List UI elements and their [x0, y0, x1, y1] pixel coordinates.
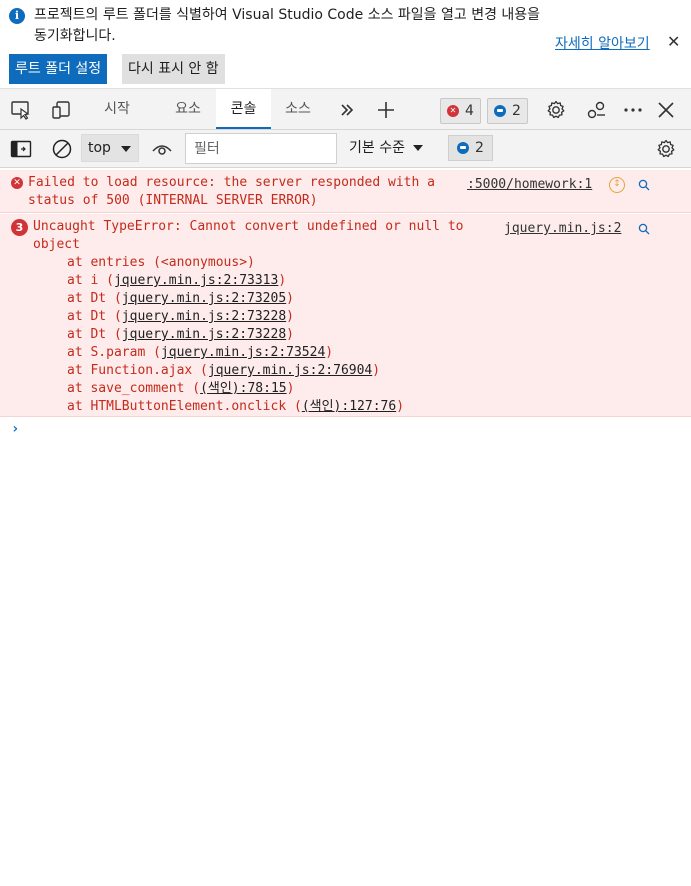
console-settings-gear-icon[interactable]	[654, 137, 678, 161]
tab-console[interactable]: 콘솔	[216, 89, 271, 129]
stack-frame-link[interactable]: jquery.min.js:2:73313	[114, 273, 278, 288]
source-link[interactable]: :5000/homework:1	[467, 176, 592, 194]
stack-frame-link[interactable]: (색인):127:76	[302, 399, 396, 414]
stack-frame-link[interactable]: (색인):78:15	[200, 381, 287, 396]
stack-frame-link[interactable]: jquery.min.js:2:73228	[122, 309, 286, 324]
dont-show-again-button[interactable]: 다시 표시 안 함	[122, 54, 225, 84]
chevron-down-icon	[412, 145, 423, 151]
learn-more-link[interactable]: 자세히 알아보기	[555, 33, 650, 53]
error-icon: ✕	[11, 177, 23, 189]
message-count: 2	[512, 103, 521, 119]
stack-frame: at save_comment ((색인):78:15)	[67, 381, 295, 396]
stack-frame: at S.param (jquery.min.js:2:73524)	[67, 345, 334, 360]
live-expression-eye-icon[interactable]	[150, 137, 174, 161]
banner-message: 프로젝트의 루트 폴더를 식별하여 Visual Studio Code 소스 …	[34, 7, 541, 44]
more-tabs-icon[interactable]	[335, 98, 359, 122]
log-levels-dropdown[interactable]: 기본 수준	[349, 135, 423, 161]
error-message-line2: object	[33, 237, 80, 252]
console-message-count: 2	[475, 140, 484, 156]
add-tab-icon[interactable]	[374, 98, 398, 122]
stack-frame: at i (jquery.min.js:2:73313)	[67, 273, 287, 288]
search-icon[interactable]	[638, 179, 650, 191]
tab-sources[interactable]: 소스	[275, 89, 321, 129]
error-message-line2: status of 500 (INTERNAL SERVER ERROR)	[28, 193, 318, 208]
customize-icon[interactable]	[585, 98, 609, 122]
info-icon: i	[9, 8, 25, 24]
info-banner: i 프로젝트의 루트 폴더를 식별하여 Visual Studio Code 소…	[0, 0, 691, 88]
stack-frame: at Function.ajax (jquery.min.js:2:76904)	[67, 363, 381, 378]
console-toolbar: top 기본 수준 2	[0, 130, 691, 168]
source-link[interactable]: jquery.min.js:2	[504, 220, 621, 238]
stack-frame-link[interactable]: jquery.min.js:2:73205	[122, 291, 286, 306]
stack-frame: at Dt (jquery.min.js:2:73205)	[67, 291, 294, 306]
device-emulation-icon[interactable]	[49, 98, 73, 122]
set-root-folder-button[interactable]: 루트 폴더 설정	[9, 54, 108, 84]
error-message-line1: Uncaught TypeError: Cannot convert undef…	[33, 219, 464, 234]
close-devtools-icon[interactable]	[654, 98, 678, 122]
chevron-down-icon	[121, 146, 131, 152]
tab-welcome[interactable]: 시작	[94, 89, 140, 129]
context-select[interactable]: top	[81, 134, 139, 162]
context-value: top	[88, 140, 111, 156]
stack-frame-link[interactable]: jquery.min.js:2:73228	[122, 327, 286, 342]
stack-frame: at HTMLButtonElement.onclick ((색인):127:7…	[67, 399, 405, 414]
stack-frame: at Dt (jquery.min.js:2:73228)	[67, 309, 294, 324]
stack-frame: at entries (<anonymous>)	[67, 255, 255, 270]
console-prompt-chevron-icon[interactable]: ›	[11, 421, 19, 437]
tab-elements[interactable]: 요소	[165, 89, 211, 129]
stack-frame-link[interactable]: jquery.min.js:2:76904	[208, 363, 372, 378]
stack-frame: at Dt (jquery.min.js:2:73228)	[67, 327, 294, 342]
repeat-count-badge: 3	[11, 219, 28, 236]
devtools-toolbar: 시작 요소 콘솔 소스 ✕ 4 2	[0, 88, 691, 130]
error-message-line1: Failed to load resource: the server resp…	[28, 175, 435, 190]
message-icon	[494, 105, 506, 117]
more-options-icon[interactable]	[621, 98, 645, 122]
settings-gear-icon[interactable]	[544, 98, 568, 122]
message-count-badge[interactable]: 2	[487, 98, 528, 124]
show-sidebar-icon[interactable]	[9, 137, 33, 161]
console-error-entry: 3 Uncaught TypeError: Cannot convert und…	[0, 214, 691, 417]
close-banner-icon[interactable]: ✕	[667, 33, 680, 51]
error-icon: ✕	[447, 105, 459, 117]
network-request-icon[interactable]: ↕	[609, 177, 625, 193]
error-count-badge[interactable]: ✕ 4	[440, 98, 481, 124]
log-levels-label: 기본 수준	[349, 140, 405, 156]
clear-console-icon[interactable]	[50, 137, 74, 161]
console-error-entry: ✕ Failed to load resource: the server re…	[0, 170, 691, 213]
console-message-badge[interactable]: 2	[448, 135, 493, 161]
stack-frame-link[interactable]: jquery.min.js:2:73524	[161, 345, 325, 360]
filter-input[interactable]	[185, 133, 337, 164]
message-icon	[457, 142, 469, 154]
search-icon[interactable]	[638, 223, 650, 235]
inspect-element-icon[interactable]	[9, 98, 33, 122]
error-count: 4	[465, 103, 474, 119]
